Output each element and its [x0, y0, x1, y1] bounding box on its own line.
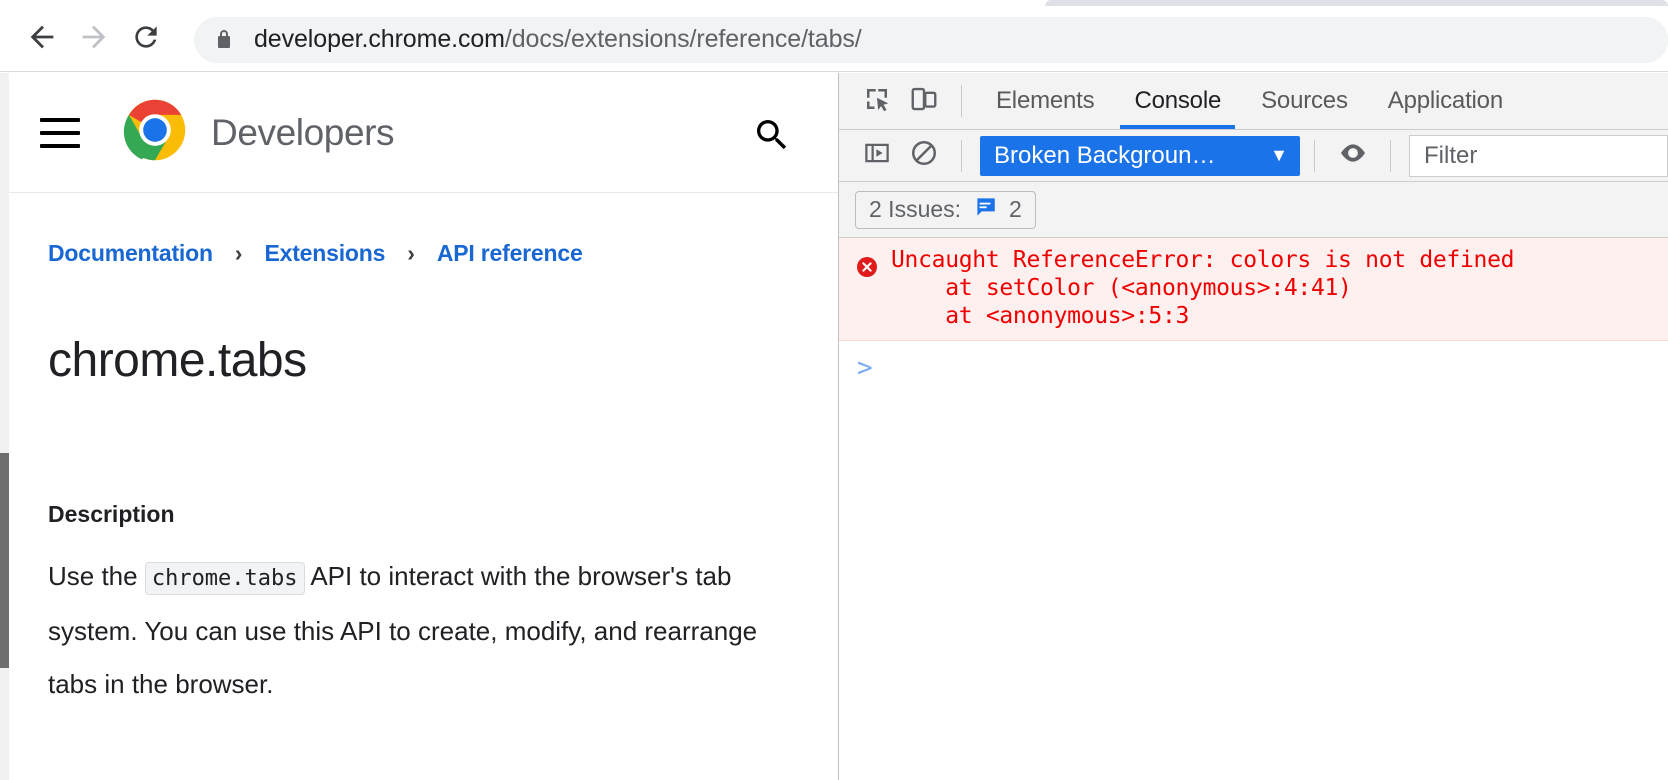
doc-content: Documentation › Extensions › API referen…: [0, 193, 838, 711]
url-text: developer.chrome.com/docs/extensions/ref…: [254, 25, 862, 54]
console-toolbar: Broken Backgroun… ▼ Filter: [839, 130, 1668, 182]
breadcrumb-item-documentation[interactable]: Documentation: [48, 240, 213, 267]
error-line: Uncaught ReferenceError: colors is not d…: [891, 247, 1515, 273]
filter-input[interactable]: Filter: [1409, 134, 1668, 177]
url-path: /docs/extensions/reference/tabs/: [504, 25, 862, 53]
console-sidebar-button[interactable]: [853, 134, 900, 178]
tab-strip: [0, 0, 1668, 8]
reload-icon: [130, 21, 162, 58]
issues-label: 2 Issues:: [869, 196, 962, 222]
arrow-right-icon: [77, 20, 111, 59]
issues-count: 2: [1009, 196, 1022, 222]
divider: [1314, 139, 1315, 172]
url-host: developer.chrome.com: [254, 25, 505, 53]
tab-elements[interactable]: Elements: [976, 73, 1114, 129]
site-header: Developers: [0, 73, 838, 193]
console-error-body: Uncaught ReferenceError: colors is not d…: [891, 246, 1514, 330]
issues-chip[interactable]: 2 Issues: 2: [855, 190, 1036, 229]
error-circle-icon: [855, 255, 879, 284]
brand-logo-link[interactable]: Developers: [122, 97, 395, 168]
chevron-right-icon: ›: [234, 240, 243, 266]
devtools-tab-bar: Elements Console Sources Application: [839, 73, 1668, 130]
search-button[interactable]: [752, 115, 792, 160]
clear-console-icon: [909, 138, 939, 173]
divider: [961, 139, 962, 172]
chrome-logo-icon: [122, 97, 188, 168]
tab-console[interactable]: Console: [1114, 73, 1241, 129]
browser-toolbar: developer.chrome.com/docs/extensions/ref…: [0, 8, 1668, 72]
console-error-message[interactable]: Uncaught ReferenceError: colors is not d…: [839, 238, 1668, 341]
live-expression-button[interactable]: [1329, 134, 1376, 178]
issues-bar: 2 Issues: 2: [839, 182, 1668, 238]
section-heading-description: Description: [48, 501, 175, 527]
description-paragraph: Use the chrome.tabs API to interact with…: [48, 550, 788, 711]
brand-text: Developers: [211, 111, 395, 153]
paragraph-text-before: Use the: [48, 561, 145, 591]
device-toolbar-icon: [909, 84, 939, 119]
console-sidebar-icon: [862, 138, 892, 173]
browser-window: developer.chrome.com/docs/extensions/ref…: [0, 0, 1668, 780]
divider: [1390, 139, 1391, 172]
inspect-element-button[interactable]: [853, 79, 900, 123]
breadcrumb-item-api-reference[interactable]: API reference: [437, 240, 583, 267]
breadcrumb: Documentation › Extensions › API referen…: [48, 240, 798, 267]
page-title: chrome.tabs: [48, 334, 307, 387]
chevron-right-icon: ›: [407, 240, 415, 266]
tab-sources[interactable]: Sources: [1241, 73, 1368, 129]
issue-message-icon: [972, 194, 998, 225]
error-stack-line: at <anonymous>:5:3: [891, 303, 1190, 329]
back-button[interactable]: [16, 14, 68, 66]
prompt-caret-icon: >: [857, 353, 873, 383]
reload-button[interactable]: [120, 14, 172, 66]
tab-application[interactable]: Application: [1368, 73, 1523, 129]
live-expression-eye-icon: [1337, 137, 1369, 174]
page-scrollbar-thumb[interactable]: [0, 453, 9, 668]
inspect-element-icon: [862, 84, 892, 119]
error-stack-line: at setColor (<anonymous>:4:41): [891, 275, 1352, 301]
execution-context-select[interactable]: Broken Backgroun… ▼: [980, 135, 1300, 176]
forward-button[interactable]: [68, 14, 120, 66]
execution-context-value: Broken Backgroun…: [994, 141, 1216, 169]
breadcrumb-item-extensions[interactable]: Extensions: [264, 240, 385, 267]
device-toolbar-button[interactable]: [900, 79, 947, 123]
hamburger-menu-icon[interactable]: [40, 117, 80, 148]
address-bar[interactable]: developer.chrome.com/docs/extensions/ref…: [194, 16, 1668, 63]
divider: [961, 85, 962, 117]
inactive-tab[interactable]: [1045, 0, 1668, 6]
filter-placeholder: Filter: [1424, 141, 1478, 169]
chevron-down-icon: ▼: [1270, 145, 1288, 165]
page-viewport: Developers Documentation › Extensions › …: [0, 73, 838, 780]
console-prompt[interactable]: >: [839, 341, 1668, 381]
lock-icon[interactable]: [212, 28, 236, 52]
inline-code-chrome-tabs: chrome.tabs: [144, 562, 305, 595]
devtools-panel: Elements Console Sources Application Bro…: [838, 73, 1668, 780]
arrow-left-icon: [25, 20, 59, 59]
page-scrollbar[interactable]: [0, 73, 9, 780]
search-icon: [752, 120, 792, 159]
clear-console-button[interactable]: [900, 134, 947, 178]
